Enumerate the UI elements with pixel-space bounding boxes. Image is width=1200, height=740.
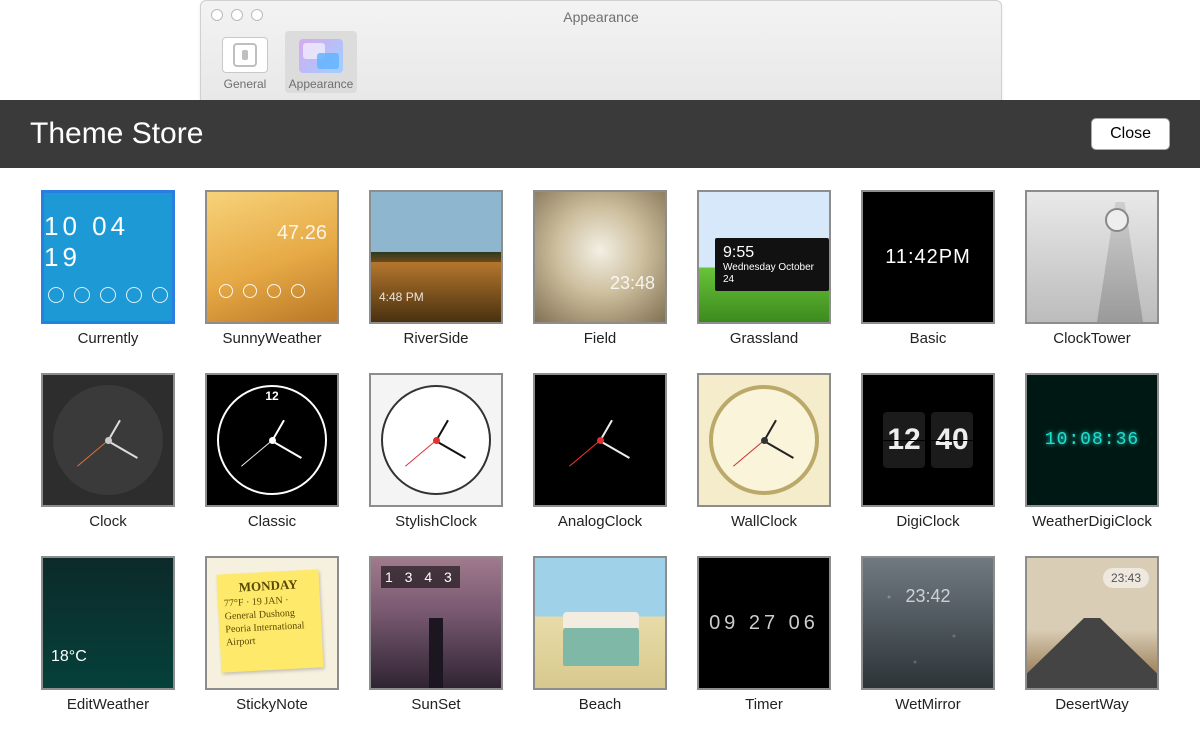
overlay-time: 09 27 06 (709, 612, 819, 635)
theme-grid: 10 04 19 Currently SunnyWeather RiverSid… (0, 180, 1200, 740)
general-icon (222, 37, 268, 73)
tab-appearance[interactable]: Appearance (285, 31, 357, 93)
overlay-sub: Wednesday October 24 (723, 262, 814, 285)
theme-thumbnail: 11:42PM (861, 190, 995, 324)
theme-name: Currently (78, 330, 139, 347)
overlay-details: 77°F · 19 JAN · General Dushong Peoria I… (224, 595, 305, 648)
theme-riverside[interactable]: RiverSide (368, 190, 504, 347)
tab-general[interactable]: General (209, 31, 281, 93)
theme-name: AnalogClock (558, 513, 642, 530)
theme-name: EditWeather (67, 696, 149, 713)
theme-name: StylishClock (395, 513, 477, 530)
theme-thumbnail (533, 373, 667, 507)
theme-analogclock[interactable]: AnalogClock (532, 373, 668, 530)
overlay-time: 10:08:36 (1045, 430, 1139, 450)
theme-thumbnail (533, 556, 667, 690)
theme-name: WetMirror (895, 696, 961, 713)
theme-name: StickyNote (236, 696, 308, 713)
theme-classic[interactable]: Classic (204, 373, 340, 530)
theme-name: Beach (579, 696, 622, 713)
theme-thumbnail (41, 556, 175, 690)
theme-name: Basic (910, 330, 947, 347)
tab-general-label: General (224, 77, 267, 91)
theme-thumbnail: 10:08:36 (1025, 373, 1159, 507)
theme-name: Field (584, 330, 617, 347)
theme-thumbnail (369, 556, 503, 690)
theme-grassland[interactable]: 9:55Wednesday October 24 Grassland (696, 190, 832, 347)
theme-sunnyweather[interactable]: SunnyWeather (204, 190, 340, 347)
theme-name: Classic (248, 513, 296, 530)
overlay-day: MONDAY (223, 576, 314, 598)
tab-appearance-label: Appearance (289, 77, 354, 91)
overlay-time: 11:42PM (885, 246, 971, 269)
theme-name: RiverSide (403, 330, 468, 347)
theme-clocktower[interactable]: ClockTower (1024, 190, 1160, 347)
preferences-window: Appearance General Appearance (200, 0, 1002, 101)
theme-editweather[interactable]: EditWeather (40, 556, 176, 713)
theme-desertway[interactable]: DesertWay (1024, 556, 1160, 713)
theme-beach[interactable]: Beach (532, 556, 668, 713)
theme-thumbnail (41, 373, 175, 507)
window-title: Appearance (201, 9, 1001, 25)
theme-wallclock[interactable]: WallClock (696, 373, 832, 530)
theme-name: DesertWay (1055, 696, 1129, 713)
theme-stylishclock[interactable]: StylishClock (368, 373, 504, 530)
theme-thumbnail (205, 190, 339, 324)
theme-basic[interactable]: 11:42PM Basic (860, 190, 996, 347)
theme-name: SunnyWeather (223, 330, 322, 347)
theme-thumbnail: 1240 (861, 373, 995, 507)
theme-thumbnail (1025, 190, 1159, 324)
theme-weatherdigiclock[interactable]: 10:08:36 WeatherDigiClock (1024, 373, 1160, 530)
theme-thumbnail (1025, 556, 1159, 690)
theme-thumbnail (697, 373, 831, 507)
theme-store-header: Theme Store Close (0, 100, 1200, 168)
theme-name: DigiClock (896, 513, 959, 530)
theme-name: Timer (745, 696, 783, 713)
theme-thumbnail (861, 556, 995, 690)
theme-thumbnail (369, 373, 503, 507)
close-button[interactable]: Close (1091, 118, 1170, 150)
theme-timer[interactable]: 09 27 06 Timer (696, 556, 832, 713)
overlay-time: 9:55 (723, 244, 821, 262)
theme-name: Grassland (730, 330, 798, 347)
theme-thumbnail: 09 27 06 (697, 556, 831, 690)
theme-thumbnail (533, 190, 667, 324)
theme-clock[interactable]: Clock (40, 373, 176, 530)
theme-thumbnail: MONDAY77°F · 19 JAN · General Dushong Pe… (205, 556, 339, 690)
theme-thumbnail (369, 190, 503, 324)
theme-name: Clock (89, 513, 127, 530)
theme-field[interactable]: Field (532, 190, 668, 347)
theme-sunset[interactable]: SunSet (368, 556, 504, 713)
theme-name: WeatherDigiClock (1032, 513, 1152, 530)
theme-name: ClockTower (1053, 330, 1131, 347)
overlay-time: 10 04 19 (44, 211, 172, 273)
theme-digiclock[interactable]: 1240 DigiClock (860, 373, 996, 530)
theme-thumbnail: 10 04 19 (41, 190, 175, 324)
theme-name: SunSet (411, 696, 460, 713)
theme-name: WallClock (731, 513, 797, 530)
prefs-toolbar: General Appearance (209, 31, 357, 93)
theme-thumbnail (205, 373, 339, 507)
theme-store-title: Theme Store (30, 117, 203, 151)
theme-thumbnail: 9:55Wednesday October 24 (697, 190, 831, 324)
theme-wetmirror[interactable]: WetMirror (860, 556, 996, 713)
appearance-icon (299, 39, 343, 73)
theme-stickynote[interactable]: MONDAY77°F · 19 JAN · General Dushong Pe… (204, 556, 340, 713)
theme-currently[interactable]: 10 04 19 Currently (40, 190, 176, 347)
